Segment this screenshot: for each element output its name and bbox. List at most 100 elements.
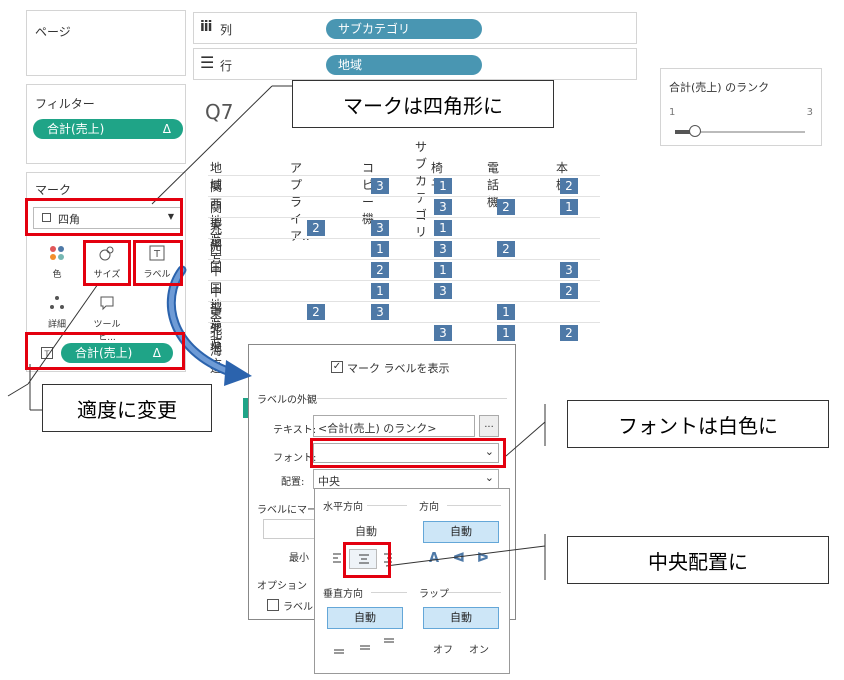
rank-cell[interactable]: 2 [497,241,515,257]
horizontal-divider [367,505,407,506]
rank-cell[interactable]: 3 [560,262,578,278]
detail-button-label: 詳細 [47,320,66,330]
direction-auto-label: 自動 [450,525,472,538]
align-top-icon[interactable] [383,637,395,654]
rank-cell[interactable]: 3 [371,178,389,194]
pages-panel: ページ [26,10,186,76]
alignment-popup: 水平方向 方向 自動 自動 A ᐊ ᐅ 垂直方向 ラップ 自動 自動 オフ オン [314,488,510,674]
callout-font-white: フォントは白色に [567,400,829,448]
rank-cell[interactable]: 1 [497,304,515,320]
row-divider [208,301,600,302]
wrap-auto-button[interactable]: 自動 [423,607,499,629]
highlight-label [133,240,183,286]
rank-cell[interactable]: 1 [497,325,515,341]
highlight-label-pill [25,332,185,370]
tooltip-icon [85,295,129,315]
horizontal-auto-button[interactable]: 自動 [335,521,397,543]
show-labels-text: マーク ラベルを表示 [347,362,450,375]
sheet-title: Q7 [205,100,234,124]
show-labels-checkbox[interactable]: ✓ [331,361,343,373]
text-ellipsis-button[interactable]: ... [479,415,499,437]
color-button[interactable]: 色 [35,239,79,283]
legend-max: 3 [806,107,813,118]
rows-shelf[interactable]: ☰ 行 地域 [193,48,637,80]
option-checkbox[interactable] [267,599,279,611]
rank-cell[interactable]: 3 [434,199,452,215]
color-button-label: 色 [52,270,62,280]
highlight-center [343,542,391,578]
rank-cell[interactable]: 2 [371,262,389,278]
wrap-title: ラップ [419,589,449,600]
rank-cell[interactable]: 2 [560,178,578,194]
direction-title: 方向 [419,502,439,513]
columns-shelf-label: 列 [220,23,233,37]
legend-min: 1 [669,107,676,118]
columns-shelf[interactable]: iii 列 サブカテゴリ [193,12,637,44]
detail-button[interactable]: 詳細 [35,289,79,333]
align-bottom-icon[interactable] [333,641,345,658]
direction-auto-button[interactable]: 自動 [423,521,499,543]
rows-pill-label: 地域 [338,58,363,72]
rank-cell[interactable]: 1 [434,262,452,278]
row-divider [208,259,600,260]
wrap-divider [447,592,501,593]
rows-shelf-label: 行 [220,59,233,73]
rank-cell[interactable]: 3 [371,304,389,320]
highlight-font [310,438,506,468]
rank-cell[interactable]: 1 [434,178,452,194]
rank-cell[interactable]: 2 [560,325,578,341]
rank-legend: 合計(売上) のランク 1 3 [660,68,822,146]
rank-cell[interactable]: 3 [371,220,389,236]
vertical-auto-button[interactable]: 自動 [327,607,403,629]
column-group-header: サブカテゴリ [415,140,428,239]
row-divider [208,196,600,197]
filter-pill[interactable]: 合計(売上) Δ [33,119,183,139]
rank-cell[interactable]: 2 [497,199,515,215]
rank-cell[interactable]: 2 [307,304,325,320]
row-divider [208,280,600,281]
wrap-on-option[interactable]: オン [469,641,489,656]
min-text: 最小 [289,553,309,564]
direction-horizontal-icon[interactable]: A [429,551,439,566]
row-divider [208,238,600,239]
callout-center-align: 中央配置に [567,536,829,584]
marks-title: マーク [35,183,72,197]
color-dots-icon [35,245,79,265]
green-strip [243,398,248,418]
rank-cell[interactable]: 3 [434,241,452,257]
pages-title: ページ [35,25,71,39]
filters-title: フィルター [35,97,95,111]
text-field[interactable]: <合計(売上) のランク> [313,415,475,437]
alignment-label: 配置: [281,477,305,488]
rank-cell[interactable]: 1 [560,199,578,215]
align-left-icon[interactable] [332,551,342,568]
rank-cell[interactable]: 3 [434,283,452,299]
chevron-down-icon: ⌄ [484,471,494,484]
filters-panel: フィルター 合計(売上) Δ [26,84,186,164]
delta-icon: Δ [162,122,171,136]
tooltip-button[interactable]: ツールヒ... [85,289,129,343]
rank-cell[interactable]: 2 [560,283,578,299]
legend-slider-thumb[interactable] [688,125,701,137]
columns-pill[interactable]: サブカテゴリ [326,19,482,39]
direction-down-icon[interactable]: ᐅ [477,551,489,566]
alignment-dropdown[interactable]: 中央 ⌄ [313,469,499,489]
highlight-mark-type [25,198,183,236]
options-section: オプション [257,581,307,592]
rank-cell[interactable]: 1 [371,241,389,257]
wrap-off-option[interactable]: オフ [433,641,453,656]
rank-cell[interactable]: 1 [434,220,452,236]
rank-cell[interactable]: 3 [434,325,452,341]
vertical-title: 垂直方向 [323,589,363,600]
detail-dots-icon [35,295,79,315]
align-middle-icon[interactable] [359,641,371,658]
row-divider [208,217,600,218]
ellipsis-text: ... [484,419,494,430]
rank-cell[interactable]: 1 [371,283,389,299]
direction-up-icon[interactable]: ᐊ [453,551,465,566]
rows-pill[interactable]: 地域 [326,55,482,75]
rank-cell[interactable]: 2 [307,220,325,236]
horizontal-title: 水平方向 [323,502,363,513]
rows-icon: ☰ [200,53,215,72]
highlight-size [83,240,131,286]
